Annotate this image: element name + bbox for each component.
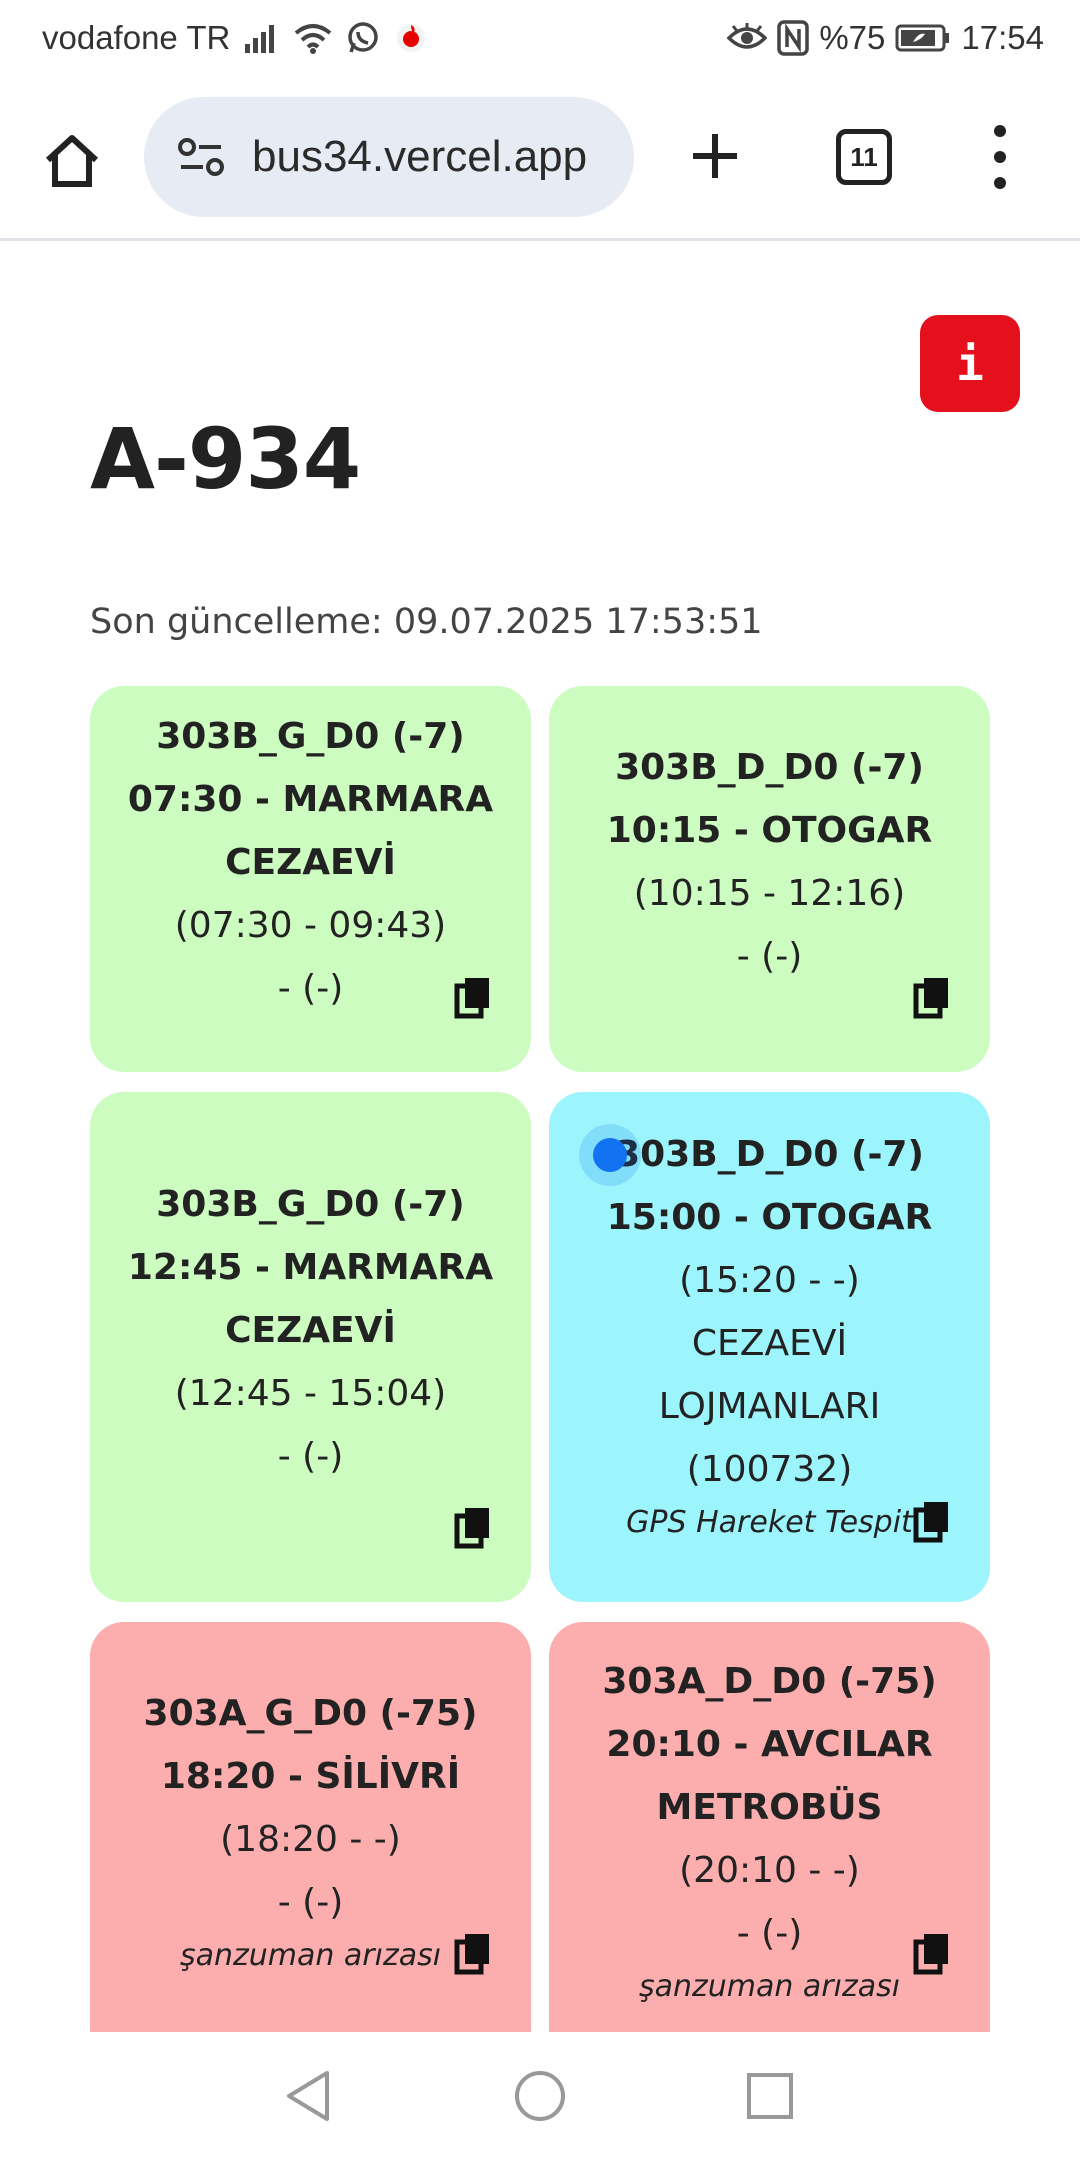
copy-icon[interactable] — [912, 976, 952, 1020]
trip-note: şanzuman arızası — [638, 1969, 901, 2004]
wifi-icon — [294, 18, 332, 58]
trip-route: 303B_D_D0 (-7) — [615, 1134, 924, 1175]
home-button[interactable] — [38, 127, 106, 195]
clock: 17:54 — [961, 19, 1044, 56]
trip-times: (20:10 - -) — [679, 1850, 860, 1891]
status-bar: vodafone TR %75 17:54 — [0, 0, 1080, 75]
trip-route: 303A_D_D0 (-75) — [602, 1661, 937, 1702]
eye-icon — [727, 18, 768, 58]
recents-icon — [747, 2073, 793, 2119]
system-nav-bar — [0, 2032, 1080, 2160]
trip-destination: CEZAEVİ — [225, 1309, 396, 1351]
url-text: bus34.vercel.app — [252, 132, 588, 181]
trip-departure: 18:20 - SİLİVRİ — [160, 1756, 461, 1797]
nfc-icon — [777, 18, 810, 58]
copy-icon[interactable] — [912, 1500, 952, 1544]
trip-destination: METROBÜS — [656, 1787, 883, 1828]
more-vert-icon[interactable] — [985, 125, 1015, 189]
trip-times: (12:45 - 15:04) — [174, 1372, 447, 1414]
trip-times: (15:20 - -) — [679, 1260, 860, 1301]
trip-departure: 12:45 - MARMARA — [127, 1246, 494, 1288]
trip-route: 303B_G_D0 (-7) — [156, 1183, 465, 1225]
last-updated: Son güncelleme: 09.07.2025 17:53:51 — [90, 602, 763, 642]
info-button[interactable]: i — [920, 315, 1020, 412]
trip-note: GPS Hareket Tespit — [626, 1505, 913, 1540]
status-right: %75 17:54 — [727, 18, 1044, 58]
home-icon — [45, 135, 99, 187]
home-nav-button[interactable] — [512, 2068, 568, 2124]
new-tab-button[interactable] — [680, 121, 750, 191]
gps-location-dot — [593, 1138, 627, 1172]
copy-icon[interactable] — [453, 976, 493, 1020]
trip-card: 303B_G_D0 (-7) 07:30 - MARMARA CEZAEVİ (… — [90, 686, 531, 1072]
current-stop-name: CEZAEVİ — [691, 1323, 848, 1364]
whatsapp-icon — [346, 18, 380, 58]
address-bar[interactable]: bus34.vercel.app — [144, 97, 634, 217]
signal-icon — [244, 18, 280, 58]
trip-departure: 10:15 - OTOGAR — [606, 810, 933, 851]
current-stop-name-2: LOJMANLARI — [658, 1386, 881, 1427]
tabs-icon: 11 — [850, 141, 878, 172]
plus-icon — [693, 134, 737, 178]
battery-percent: %75 — [819, 19, 886, 56]
trip-card: 303B_D_D0 (-7) 10:15 - OTOGAR (10:15 - 1… — [549, 686, 990, 1072]
home-circle-icon — [515, 2071, 565, 2121]
browser-toolbar: bus34.vercel.app 11 — [0, 75, 1080, 241]
recents-button[interactable] — [742, 2068, 798, 2124]
copy-icon[interactable] — [453, 1506, 493, 1550]
tabs-button[interactable]: 11 — [836, 129, 892, 185]
trip-grid: 303B_G_D0 (-7) 07:30 - MARMARA CEZAEVİ (… — [90, 686, 990, 2032]
trip-route: 303A_G_D0 (-75) — [143, 1693, 478, 1734]
copy-icon[interactable] — [912, 1932, 952, 1976]
trip-card: 303B_G_D0 (-7) 12:45 - MARMARA CEZAEVİ (… — [90, 1092, 531, 1602]
copy-icon[interactable] — [453, 1932, 493, 1976]
trip-route: 303B_D_D0 (-7) — [615, 747, 924, 788]
trip-extra: - (-) — [736, 936, 803, 977]
trip-destination: CEZAEVİ — [225, 841, 396, 883]
trip-card-active: 303B_D_D0 (-7) 15:00 - OTOGAR (15:20 - -… — [549, 1092, 990, 1602]
trip-card-cancelled: 303A_G_D0 (-75) 18:20 - SİLİVRİ (18:20 -… — [90, 1622, 531, 2032]
trip-departure: 20:10 - AVCILAR — [606, 1724, 933, 1765]
site-settings-icon[interactable] — [166, 137, 236, 177]
battery-icon — [895, 18, 951, 58]
trip-times: (07:30 - 09:43) — [174, 904, 447, 946]
back-icon — [287, 2071, 329, 2121]
trip-note: şanzuman arızası — [179, 1938, 442, 1973]
trip-times: (10:15 - 12:16) — [633, 873, 906, 914]
back-button[interactable] — [280, 2068, 336, 2124]
current-stop-code: (100732) — [686, 1449, 853, 1490]
trip-times: (18:20 - -) — [220, 1819, 401, 1860]
vodafone-icon — [394, 18, 428, 58]
trip-extra: - (-) — [277, 1882, 344, 1923]
trip-extra: - (-) — [277, 967, 344, 1009]
carrier-name: vodafone TR — [42, 19, 231, 56]
page-title: A-934 — [90, 410, 361, 508]
trip-route: 303B_G_D0 (-7) — [156, 715, 465, 757]
trip-extra: - (-) — [736, 1913, 803, 1954]
status-left: vodafone TR — [42, 18, 428, 58]
trip-departure: 07:30 - MARMARA — [127, 778, 494, 820]
trip-card-cancelled: 303A_D_D0 (-75) 20:10 - AVCILAR METROBÜS… — [549, 1622, 990, 2032]
trip-extra: - (-) — [277, 1435, 344, 1477]
trip-departure: 15:00 - OTOGAR — [606, 1197, 933, 1238]
